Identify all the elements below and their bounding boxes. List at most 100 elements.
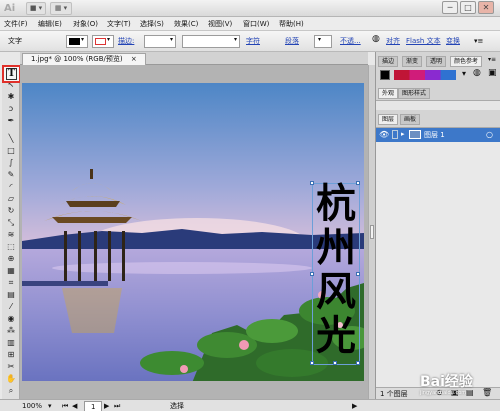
line-tool-icon[interactable]: ╲ [4,133,18,145]
menu-help[interactable]: 帮助(H) [279,19,304,29]
target-icon[interactable]: ○ [486,130,493,139]
symbol-sprayer-tool-icon[interactable]: ⁂ [4,325,18,337]
watermark-text: Bai经验 [420,374,473,390]
rotate-tool-icon[interactable]: ↻ [4,205,18,217]
slice-tool-icon[interactable]: ✂ [4,361,18,373]
bounding-handle[interactable] [310,181,314,185]
harmony-colors[interactable] [394,70,456,80]
menu-select[interactable]: 选择(S) [140,19,164,29]
fill-swatch[interactable]: ▾ [66,35,88,48]
warp-tool-icon[interactable]: ≋ [4,229,18,241]
tab-graphic-styles[interactable]: 图形样式 [398,88,431,99]
rectangle-tool-icon[interactable]: □ [4,145,18,157]
text-char-zhou: 州 [316,225,356,271]
delete-layer-icon[interactable]: 🗑 [482,388,492,397]
tab-transparency[interactable]: 透明 [426,56,447,67]
eyedropper-tool-icon[interactable]: ⁄ [4,301,18,313]
lock-toggle[interactable] [392,130,398,139]
next-artboard-icon[interactable]: ▶ [104,401,109,411]
current-tool-status: 选择 [170,402,184,410]
pen-tool-icon[interactable]: ✒ [4,115,18,127]
menu-object[interactable]: 对象(O) [73,19,98,29]
more-options-icon[interactable]: ▾≡ [474,36,483,47]
tab-color-guide[interactable]: 颜色参考 [450,56,483,67]
character-link[interactable]: 字符 [246,36,260,47]
menu-view[interactable]: 视图(V) [208,19,232,29]
bounding-handle[interactable] [310,272,314,276]
artboard-number[interactable]: 1 [84,401,103,411]
font-size-field[interactable]: ▾ [182,35,240,48]
free-transform-tool-icon[interactable]: ⬚ [4,241,18,253]
paintbrush-tool-icon[interactable]: ∫ [4,157,18,169]
bounding-handle[interactable] [310,361,314,365]
menu-file[interactable]: 文件(F) [4,19,28,29]
expand-arrow-icon[interactable]: ▸ [401,130,405,138]
stroke-swatch[interactable]: ▾ [92,35,114,48]
perspective-grid-tool-icon[interactable]: ▦ [4,265,18,277]
zoom-level[interactable]: 100% [22,401,42,411]
base-color-swatch[interactable] [380,70,390,80]
type-tool-icon[interactable]: T [2,65,21,83]
harmony-dropdown-icon[interactable]: ▾ [462,69,466,78]
bounding-handle[interactable] [356,181,360,185]
pencil-tool-icon[interactable]: ✎ [4,169,18,181]
blend-tool-icon[interactable]: ◉ [4,313,18,325]
layer-row[interactable]: 👁 ▸ 图层 1 ○ [376,128,500,142]
shape-builder-tool-icon[interactable]: ⊕ [4,253,18,265]
layer-name[interactable]: 图层 1 [424,130,445,140]
scroll-thumb[interactable] [370,225,374,239]
style-dropdown[interactable]: ▾ [314,35,332,48]
tab-artboards[interactable]: 画板 [400,114,421,125]
column-graph-tool-icon[interactable]: ▥ [4,337,18,349]
stroke-link[interactable]: 描边: [118,36,134,47]
zoom-tool-icon[interactable]: ⌕ [4,385,18,397]
canvas-area[interactable]: 杭 州 风 光 [20,65,368,399]
artboard-tool-icon[interactable]: ⊞ [4,349,18,361]
transform-link[interactable]: 变换 [446,36,460,47]
tab-stroke[interactable]: 描边 [378,56,399,67]
minimize-button[interactable]: ─ [442,1,458,14]
scale-tool-icon[interactable]: ⤡ [4,217,18,229]
close-tab-icon[interactable]: × [131,55,137,63]
lasso-tool-icon[interactable]: ↄ [4,103,18,115]
bounding-handle[interactable] [356,361,360,365]
vertical-scrollbar[interactable] [368,65,375,399]
panel-menu-icon[interactable]: ▾≡ [488,56,496,63]
recolor-icon[interactable]: ◍ [372,34,380,45]
menu-window[interactable]: 窗口(W) [243,19,269,29]
close-button[interactable]: ✕ [478,1,494,14]
tab-gradient[interactable]: 渐变 [402,56,423,67]
paragraph-link[interactable]: 段落 [285,36,299,47]
eraser-tool-icon[interactable]: ▱ [4,193,18,205]
maximize-button[interactable]: □ [460,1,476,14]
bounding-handle[interactable] [333,361,337,365]
text-char-feng: 风 [316,269,356,315]
menu-effect[interactable]: 效果(C) [174,19,198,29]
tab-layers[interactable]: 图层 [378,114,399,125]
magic-wand-tool-icon[interactable]: ✱ [4,91,18,103]
vertical-text-frame[interactable]: 杭 州 风 光 [310,181,360,365]
save-group-icon[interactable]: ▣ [488,68,497,78]
bounding-handle[interactable] [356,272,360,276]
menu-type[interactable]: 文字(T) [107,19,131,29]
status-menu-icon[interactable]: ▶ [352,401,357,411]
tab-appearance[interactable]: 外观 [378,88,399,99]
hand-tool-icon[interactable]: ✋ [4,373,18,385]
mesh-tool-icon[interactable]: ⌗ [4,277,18,289]
arrange-documents-button[interactable]: ▦ ▾ [50,2,72,15]
last-artboard-icon[interactable]: ⏭ [114,401,120,411]
align-link[interactable]: 对齐 [386,36,400,47]
opacity-link[interactable]: 不透... [340,36,361,47]
first-artboard-icon[interactable]: ⏮ [62,401,68,411]
bridge-button[interactable]: ■ ▾ [26,2,46,15]
zoom-dropdown-icon[interactable]: ▾ [48,401,52,411]
document-tab[interactable]: 1.jpg* @ 100% (RGB/预览) × [22,53,146,65]
stroke-weight-field[interactable]: ▾ [144,35,176,48]
gradient-tool-icon[interactable]: ▤ [4,289,18,301]
menu-edit[interactable]: 编辑(E) [38,19,62,29]
edit-colors-icon[interactable]: ◍ [473,68,481,78]
blob-brush-tool-icon[interactable]: ◜ [4,181,18,193]
visibility-eye-icon[interactable]: 👁 [379,130,389,139]
prev-artboard-icon[interactable]: ◀ [72,401,77,411]
flash-text-link[interactable]: Flash 文本 [406,36,441,47]
